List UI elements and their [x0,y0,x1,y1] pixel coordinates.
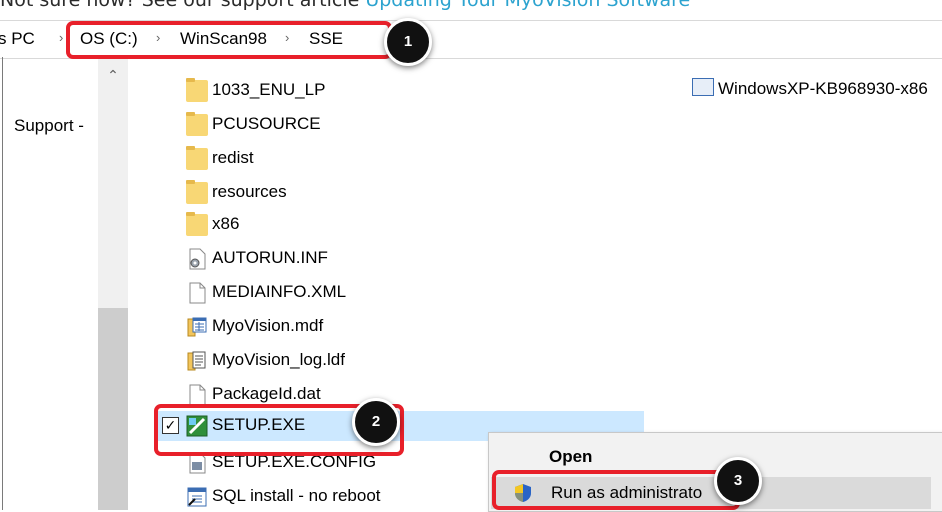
article-text-prefix: Not sure how? See our support article [0,0,366,11]
folder-icon [186,146,208,170]
update-package-icon [692,78,714,96]
window-border [2,57,3,510]
file-name: x86 [212,214,240,233]
file-name: AUTORUN.INF [212,248,328,267]
step-badge-1: 1 [384,18,432,66]
database-file-icon [187,317,207,337]
file-item-autorun-inf[interactable]: AUTORUN.INF [180,244,640,274]
step-badge-2: 2 [352,398,400,446]
file-item-1033-enu-lp[interactable]: 1033_ENU_LP [180,76,640,106]
file-item-redist[interactable]: redist [180,144,640,174]
file-name: MyoVision.mdf [212,316,324,335]
shortcut-icon [187,487,207,507]
database-log-icon [187,351,206,371]
file-name: PackageId.dat [212,384,321,403]
article-text: Not sure how? See our support article Up… [0,0,942,11]
file-item-resources[interactable]: resources [180,178,640,208]
file-item-myovision-log-ldf[interactable]: MyoVision_log.ldf [180,346,640,376]
file-name: MyoVision_log.ldf [212,350,345,369]
highlight-address-bar [66,21,392,59]
blank-file-icon [189,282,206,304]
breadcrumb-separator-icon[interactable]: › [59,30,63,45]
folder-icon [186,180,208,204]
file-name: PCUSOURCE [212,114,321,133]
highlight-run-as-administrator [492,470,740,510]
file-name: MEDIAINFO.XML [212,282,347,301]
file-item-myovision-mdf[interactable]: MyoVision.mdf [180,312,640,342]
folder-icon [186,212,208,236]
file-name: 1033_ENU_LP [212,80,326,99]
nav-item-support[interactable]: Support - [14,116,84,136]
file-item-pcusource[interactable]: PCUSOURCE [180,110,640,140]
file-item-mediainfo-xml[interactable]: MEDIAINFO.XML [180,278,640,308]
file-name: WindowsXP-KB968930-x86 [718,79,928,98]
file-item-windowsxp-update[interactable]: WindowsXP-KB968930-x86 [692,78,928,99]
file-item-x86[interactable]: x86 [180,210,640,240]
support-article-link[interactable]: Updating Your MyoVision Software [365,0,690,11]
file-name: resources [212,182,287,201]
step-badge-3: 3 [714,457,762,505]
folder-icon [186,112,208,136]
nav-pane-scroll-thumb[interactable] [98,308,128,510]
file-name: redist [212,148,254,167]
breadcrumb-this-pc[interactable]: s PC [0,29,35,49]
scroll-up-arrow-icon[interactable]: ⌃ [98,60,128,90]
blank-file-icon [189,384,206,406]
file-name: SQL install - no reboot [212,486,381,505]
settings-file-icon [189,248,206,270]
context-menu-open[interactable]: Open [549,447,592,467]
folder-icon [186,78,208,102]
